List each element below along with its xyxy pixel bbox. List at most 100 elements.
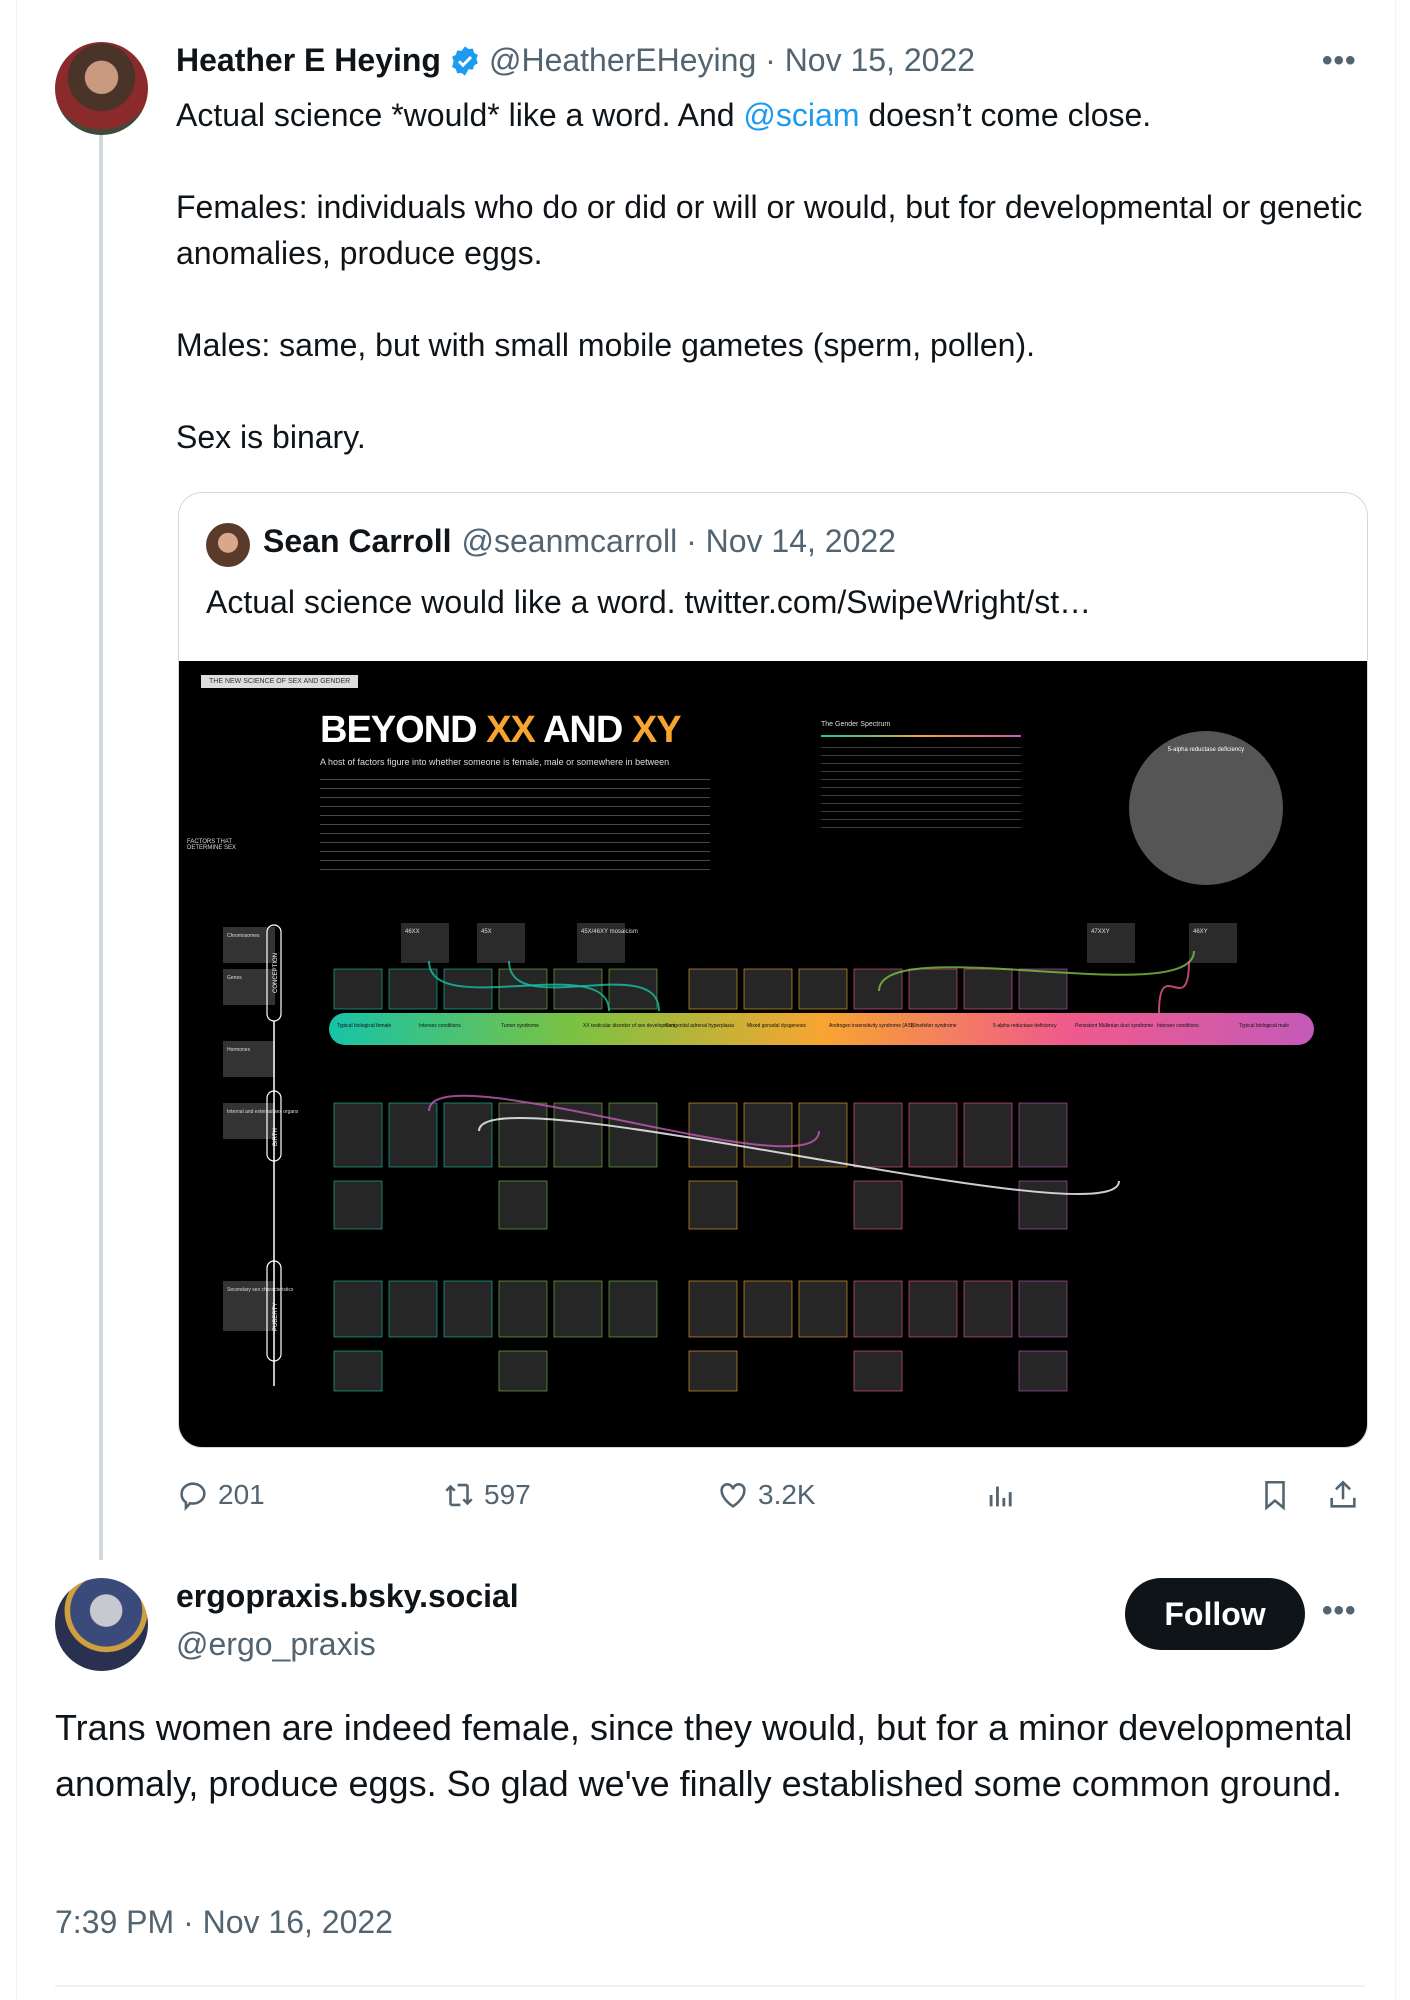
tweet-paragraph: Sex is binary. — [176, 419, 366, 455]
author-handle-date[interactable]: @HeatherEHeying · Nov 15, 2022 — [489, 42, 975, 79]
chromosome-label: 46XY — [1193, 929, 1208, 935]
ergopraxis-avatar[interactable] — [55, 1578, 148, 1671]
reply-button[interactable]: 201 — [176, 1478, 265, 1512]
author-name[interactable]: Heather E Heying — [176, 42, 441, 79]
condition-box — [443, 968, 493, 1010]
band-label: Persistent Müllerian duct syndrome — [1075, 1023, 1153, 1029]
reply-icon — [180, 1482, 206, 1511]
condition-box — [1018, 1180, 1068, 1230]
band-label: Intersex conditions — [1157, 1023, 1199, 1029]
condition-box — [908, 1102, 958, 1168]
condition-box — [1018, 1350, 1068, 1392]
row-label: Secondary sex characteristics — [227, 1287, 294, 1293]
spectrum-band — [329, 1013, 1314, 1045]
condition-box — [688, 968, 738, 1010]
condition-box — [388, 968, 438, 1010]
band-label: Congenital adrenal hyperplasia — [665, 1023, 734, 1029]
row-label: Hormones — [227, 1047, 251, 1053]
quoted-tweet[interactable]: Sean Carroll @seanmcarroll · Nov 14, 202… — [178, 492, 1368, 1448]
repost-button[interactable]: 597 — [442, 1478, 531, 1512]
condition-box — [498, 1180, 548, 1230]
tweet-paragraph: Females: individuals who do or did or wi… — [176, 189, 1363, 271]
reply-author-handle[interactable]: @ergo_praxis — [176, 1626, 376, 1663]
condition-box — [388, 1280, 438, 1338]
condition-box — [853, 1350, 903, 1392]
tweet-header: Heather E Heying @HeatherEHeying · Nov 1… — [176, 42, 975, 79]
chromosome-label: 45X — [481, 929, 492, 935]
chromosome-label: 46XX — [405, 929, 420, 935]
repost-count: 597 — [484, 1479, 531, 1510]
condition-box — [333, 968, 383, 1010]
quoted-text: Actual science would like a word. twitte… — [206, 584, 1092, 620]
condition-box — [443, 1102, 493, 1168]
mention-link[interactable]: @sciam — [743, 97, 859, 133]
tweet-paragraph: Males: same, but with small mobile gamet… — [176, 327, 1035, 363]
condition-box — [798, 968, 848, 1010]
band-label: Klinefelter syndrome — [911, 1023, 957, 1029]
condition-box — [743, 1280, 793, 1338]
condition-box — [908, 968, 958, 1010]
more-options-icon[interactable]: ••• — [1322, 44, 1357, 78]
condition-box — [688, 1180, 738, 1230]
reply-more-options-icon[interactable]: ••• — [1322, 1594, 1357, 1628]
infographic-image[interactable]: THE NEW SCIENCE OF SEX AND GENDER BEYOND… — [179, 661, 1367, 1447]
share-icon — [1330, 1480, 1356, 1508]
thread-line — [99, 135, 103, 1560]
band-label: 5-alpha reductase deficiency — [993, 1023, 1057, 1029]
band-label: Typical biological female — [337, 1023, 391, 1029]
condition-box — [498, 1350, 548, 1392]
condition-box — [608, 1102, 658, 1168]
follow-button[interactable]: Follow — [1125, 1578, 1305, 1650]
chromosome-label: 45X/46XY mosaicism — [581, 929, 638, 935]
reply-timestamp[interactable]: 7:39 PM · Nov 16, 2022 — [55, 1904, 393, 1941]
heart-icon — [720, 1483, 746, 1508]
condition-box — [333, 1350, 383, 1392]
row-label: Internal and external sex organs — [227, 1109, 299, 1115]
share-button[interactable] — [1326, 1478, 1360, 1512]
heather-avatar[interactable] — [55, 42, 148, 135]
condition-box — [853, 1180, 903, 1230]
text-segment: doesn’t come close. — [859, 97, 1152, 133]
condition-box — [688, 1350, 738, 1392]
band-label: Turner syndrome — [501, 1023, 539, 1029]
condition-box — [853, 1102, 903, 1168]
condition-box — [443, 1280, 493, 1338]
tweet-text: Actual science *would* like a word. And … — [176, 92, 1376, 460]
infographic-diagram: Chromosomes Genes Hormones Internal and ext… — [223, 923, 1314, 1392]
chromosome-label: 47XXY — [1091, 929, 1110, 935]
condition-box — [498, 1102, 548, 1168]
like-count: 3.2K — [758, 1479, 816, 1510]
text-segment: Actual science *would* like a word. And — [176, 97, 744, 133]
condition-box — [333, 1180, 383, 1230]
condition-box — [333, 1102, 383, 1168]
condition-box — [1018, 1280, 1068, 1338]
stage-label: CONCEPTION — [273, 953, 279, 993]
band-label: XX testicular disorder of sex developmen… — [583, 1023, 676, 1029]
band-label: Androgen insensitivity syndrome (AIS) — [829, 1023, 914, 1029]
condition-box — [498, 968, 548, 1010]
condition-box — [608, 968, 658, 1010]
like-button[interactable]: 3.2K — [716, 1478, 816, 1512]
band-label: Typical biological male — [1239, 1023, 1289, 1029]
condition-box — [963, 1102, 1013, 1168]
views-button[interactable] — [984, 1478, 1018, 1512]
condition-box — [498, 1280, 548, 1338]
condition-box — [553, 968, 603, 1010]
condition-box — [553, 1280, 603, 1338]
condition-box — [798, 1280, 848, 1338]
action-bar: 201 597 3.2K — [176, 1478, 1376, 1522]
condition-box — [1018, 1102, 1068, 1168]
quoted-author-name: Sean Carroll — [263, 523, 452, 559]
reply-author-name[interactable]: ergopraxis.bsky.social — [176, 1578, 519, 1615]
reply-count: 201 — [218, 1479, 265, 1510]
quoted-handle-date: @seanmcarroll · Nov 14, 2022 — [461, 523, 896, 559]
bookmark-icon — [1265, 1480, 1285, 1511]
condition-box — [743, 968, 793, 1010]
analytics-icon — [989, 1486, 1012, 1507]
bookmark-button[interactable] — [1258, 1478, 1292, 1512]
condition-box — [333, 1280, 383, 1338]
condition-box — [963, 968, 1013, 1010]
condition-box — [608, 1280, 658, 1338]
verified-badge-icon — [452, 45, 478, 76]
condition-box — [908, 1280, 958, 1338]
